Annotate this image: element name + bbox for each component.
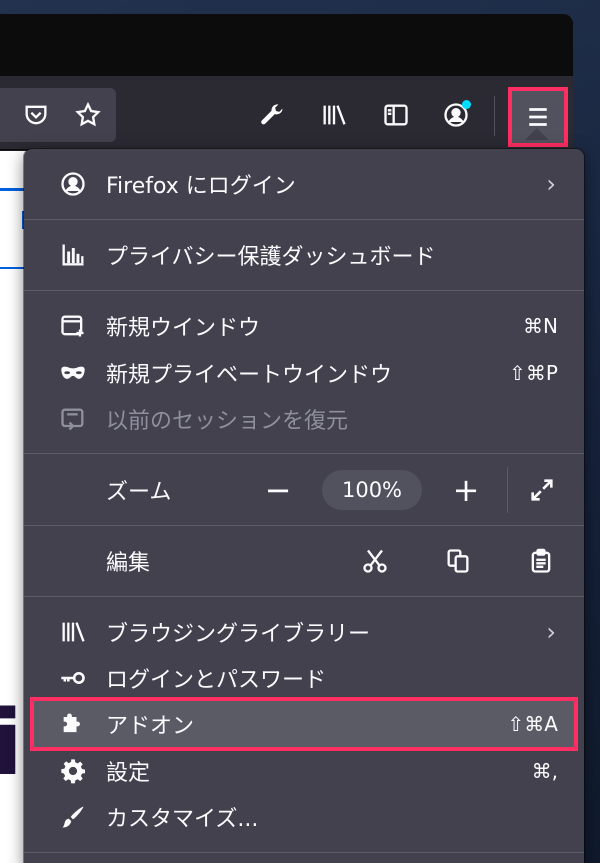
menu-separator — [24, 290, 584, 291]
bookmark-star-icon[interactable] — [68, 95, 108, 135]
expand-icon — [531, 479, 553, 501]
menu-item-label: アドオン — [106, 714, 195, 739]
menu-item-sign-in[interactable]: Firefox にログイン › — [38, 162, 570, 206]
navigation-toolbar — [0, 76, 573, 150]
cut-button[interactable] — [354, 540, 396, 582]
sidebar-icon[interactable] — [376, 95, 416, 135]
content-decoration — [0, 267, 24, 269]
title-bar — [0, 14, 573, 76]
brush-icon — [56, 800, 90, 834]
shortcut-label: ⌘N — [523, 314, 558, 338]
scissors-icon — [363, 549, 387, 573]
menu-item-edit: 編集 — [38, 539, 570, 583]
zoom-in-button[interactable]: + — [445, 469, 487, 511]
clipboard-icon — [531, 548, 551, 573]
edit-spacer — [56, 544, 90, 578]
menu-separator — [24, 453, 584, 454]
copy-button[interactable] — [437, 540, 479, 582]
vertical-separator — [507, 467, 508, 513]
account-avatar-icon[interactable] — [436, 95, 476, 135]
menu-separator — [24, 852, 584, 853]
fullscreen-button[interactable] — [521, 469, 563, 511]
menu-item-new-window[interactable]: 新規ウインドウ ⌘N — [38, 304, 570, 348]
menu-item-label: ログインとパスワード — [106, 668, 327, 693]
menu-separator — [24, 525, 584, 526]
copy-icon — [447, 549, 469, 573]
menu-item-addons[interactable]: アドオン ⇧⌘A — [38, 702, 570, 746]
wrench-icon[interactable] — [252, 95, 292, 135]
zoom-out-button[interactable]: − — [257, 469, 299, 511]
private-mask-icon — [56, 356, 90, 390]
menu-item-label: プライバシー保護ダッシュボード — [106, 245, 436, 270]
menu-item-logins-passwords[interactable]: ログインとパスワード — [38, 656, 570, 700]
zoom-spacer — [56, 473, 90, 507]
menu-item-zoom: ズーム — [38, 468, 570, 512]
restore-session-icon — [56, 402, 90, 436]
menu-item-new-private-window[interactable]: 新規プライベートウインドウ ⇧⌘P — [38, 351, 570, 395]
menu-item-restore-session: 以前のセッションを復元 — [38, 397, 570, 441]
panel-arrow — [525, 128, 549, 140]
menu-item-label: 編集 — [106, 551, 151, 576]
paste-button[interactable] — [520, 540, 562, 582]
page-heading-fragment: i — [0, 691, 23, 796]
puzzle-icon — [56, 707, 90, 741]
menu-item-label: カスタマイズ... — [106, 807, 259, 832]
pocket-icon[interactable] — [16, 95, 56, 135]
shortcut-label: ⇧⌘P — [509, 361, 558, 385]
menu-separator — [24, 219, 584, 220]
notification-dot — [462, 100, 471, 109]
library-icon[interactable] — [314, 95, 354, 135]
toolbar-separator — [494, 96, 495, 136]
menu-item-label: 新規ウインドウ — [106, 316, 261, 341]
library-icon — [56, 615, 90, 649]
menu-item-library[interactable]: ブラウジングライブラリー › — [38, 610, 570, 654]
menu-separator — [24, 596, 584, 597]
zoom-reset-button[interactable]: 100% — [322, 470, 422, 510]
content-decoration — [0, 188, 24, 191]
new-window-icon — [56, 309, 90, 343]
account-icon — [56, 167, 90, 201]
menu-item-label: 設定 — [106, 761, 151, 786]
shortcut-label: ⇧⌘A — [507, 712, 558, 736]
chevron-right-icon: › — [546, 170, 556, 198]
menu-item-settings[interactable]: 設定 ⌘, — [38, 749, 570, 793]
menu-item-label: Firefox にログイン — [106, 174, 296, 199]
menu-item-label: 以前のセッションを復元 — [106, 409, 349, 434]
menu-item-privacy-dashboard[interactable]: プライバシー保護ダッシュボード — [38, 233, 570, 277]
menu-item-label: 新規プライベートウインドウ — [106, 363, 393, 388]
menu-item-label: ブラウジングライブラリー — [106, 622, 371, 647]
shortcut-label: ⌘, — [531, 759, 558, 783]
app-menu-panel: Firefox にログイン › プライバシー保護ダッシュボード 新規ウインドウ … — [24, 149, 584, 863]
dashboard-chart-icon — [56, 238, 90, 272]
gear-icon — [56, 754, 90, 788]
key-icon — [56, 661, 90, 695]
menu-item-customize[interactable]: カスタマイズ... — [38, 795, 570, 839]
chevron-right-icon: › — [546, 618, 556, 646]
